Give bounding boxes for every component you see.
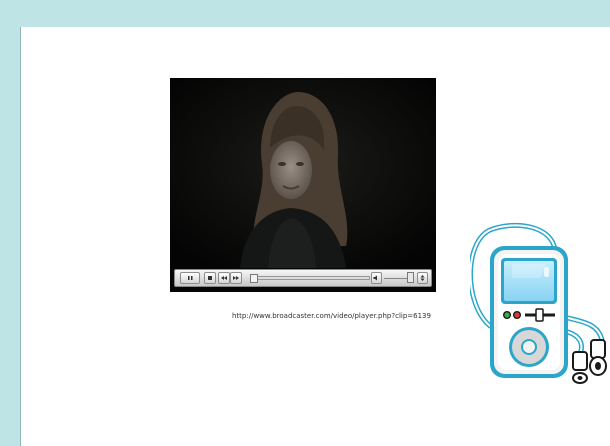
mp3-player-icon xyxy=(468,222,610,384)
fast-forward-button[interactable] xyxy=(230,272,242,284)
fullscreen-button[interactable] xyxy=(417,272,428,284)
volume-handle[interactable] xyxy=(407,272,414,283)
fast-forward-icon xyxy=(233,276,239,280)
slide-edge-line xyxy=(20,27,21,446)
rewind-button[interactable] xyxy=(218,272,230,284)
video-player[interactable] xyxy=(170,78,436,292)
video-url-caption: http://www.broadcaster.com/video/player.… xyxy=(232,312,431,320)
slide-top-band xyxy=(0,0,610,27)
speaker-icon xyxy=(373,275,377,281)
slide-left-band xyxy=(0,0,20,446)
volume-button[interactable] xyxy=(371,272,382,284)
pause-icon xyxy=(188,276,193,280)
rewind-icon xyxy=(221,276,227,280)
seek-bar[interactable] xyxy=(254,276,370,280)
stop-icon xyxy=(208,276,212,280)
video-frame[interactable] xyxy=(170,78,436,268)
seek-handle[interactable] xyxy=(250,274,258,283)
video-controls-bar xyxy=(174,269,432,287)
pause-button[interactable] xyxy=(180,272,200,284)
stop-button[interactable] xyxy=(204,272,216,284)
expand-icon xyxy=(420,275,425,281)
